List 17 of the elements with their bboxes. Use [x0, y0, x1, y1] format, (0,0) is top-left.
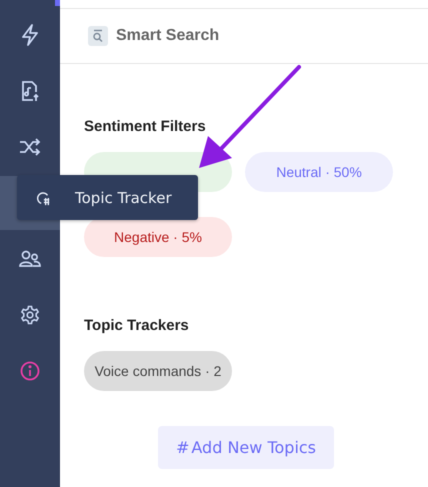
file-upload-icon: [20, 80, 40, 102]
sentiment-chip[interactable]: Negative · 5%: [84, 217, 232, 257]
settings-icon: [20, 305, 40, 325]
section-heading: Sentiment Filters: [84, 118, 207, 135]
tooltip: Topic Tracker: [17, 175, 198, 220]
active-indicator: [55, 0, 60, 6]
sentiment-chip[interactable]: Neutral · 50%: [245, 152, 393, 192]
add-topics-button[interactable]: #Add New Topics: [158, 426, 334, 469]
lightning-icon: [21, 24, 39, 46]
page-title: Smart Search: [116, 27, 220, 45]
section-heading: Topic Trackers: [84, 317, 190, 334]
users-icon: [19, 250, 41, 268]
info-icon: [20, 361, 40, 381]
shuffle-icon: [19, 138, 41, 156]
topic-icon: [35, 190, 51, 206]
search-icon: [88, 26, 108, 46]
topic-chip[interactable]: Voice commands · 2: [84, 351, 232, 391]
